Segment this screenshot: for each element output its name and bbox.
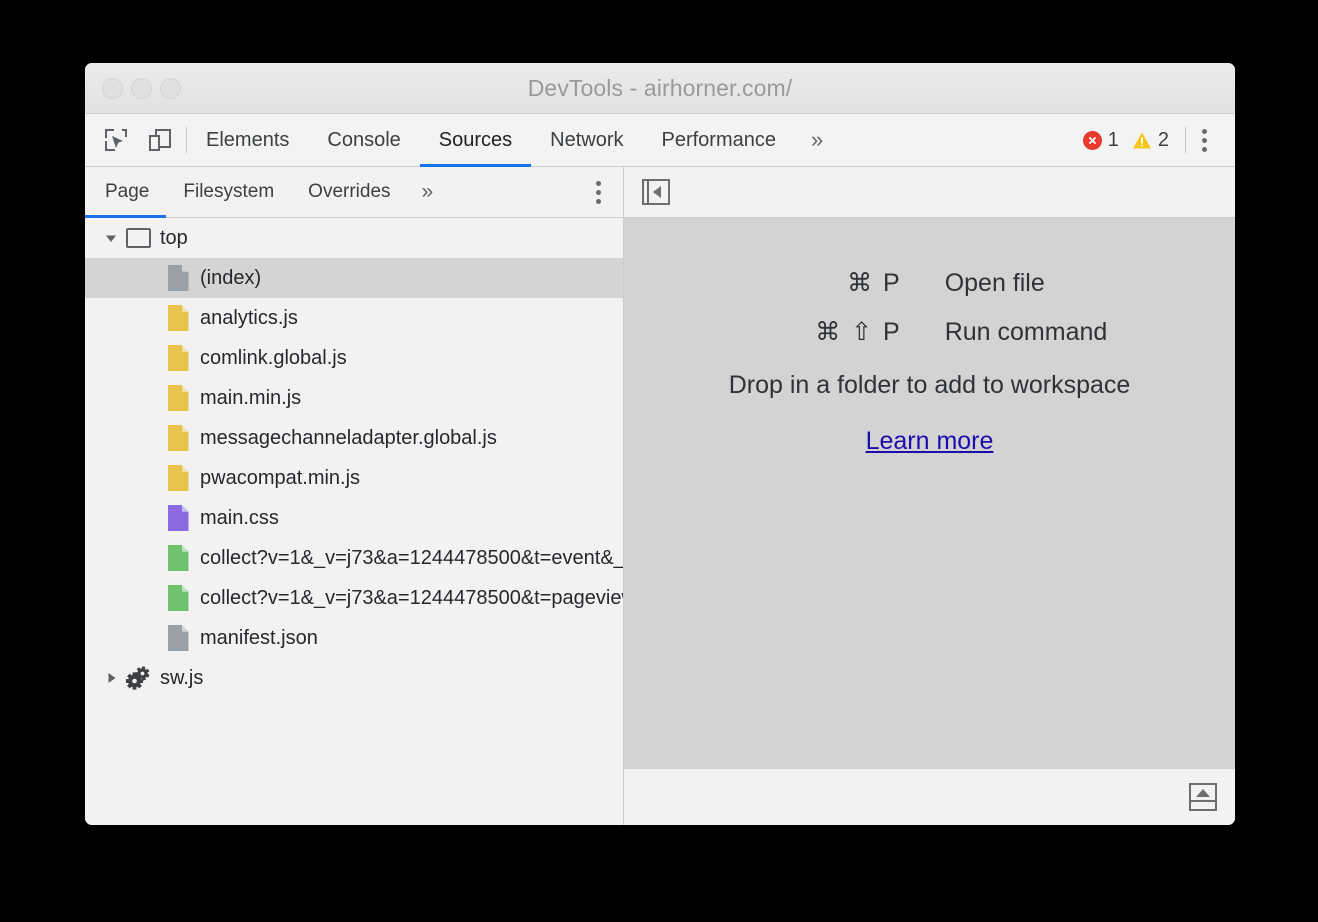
- status-bar: [624, 768, 1235, 825]
- navigator-tabs: Page Filesystem Overrides »: [85, 167, 623, 218]
- tree-item[interactable]: pwacompat.min.js: [85, 458, 623, 498]
- learn-more-link[interactable]: Learn more: [866, 427, 994, 456]
- document-yellow-file-icon: [164, 345, 192, 371]
- panel-tabs: Elements Console Sources Network Perform…: [187, 114, 839, 166]
- document-green-file-icon: [164, 585, 192, 611]
- warning-count: 2: [1158, 129, 1169, 152]
- tab-performance[interactable]: Performance: [643, 114, 796, 166]
- toolbar-right-group: 1 2: [1083, 114, 1235, 166]
- navigator-more-tabs-chevron-icon[interactable]: »: [408, 167, 448, 217]
- editor-placeholder: ⌘ P Open file ⌘ ⇧ P Run command Drop in …: [624, 218, 1235, 768]
- document-purple-file-icon: [164, 505, 192, 531]
- tree-item-label: analytics.js: [200, 307, 298, 330]
- tree-item-label: (index): [200, 267, 261, 290]
- file-tree: top (index) analytics.js comlink.global.js m…: [85, 218, 623, 825]
- document-yellow-file-icon: [164, 385, 192, 411]
- tree-item-label: comlink.global.js: [200, 347, 347, 370]
- shortcut-run-command-label: Run command: [945, 318, 1108, 347]
- tab-elements[interactable]: Elements: [187, 114, 308, 166]
- disclosure-triangle-expanded-icon[interactable]: [98, 231, 124, 245]
- kebab-menu-icon[interactable]: [1186, 129, 1223, 152]
- tree-item-label: manifest.json: [200, 627, 318, 650]
- disclosure-triangle-collapsed-icon[interactable]: [98, 671, 124, 685]
- tree-item[interactable]: top: [85, 218, 623, 258]
- drop-folder-hint: Drop in a folder to add to workspace: [729, 371, 1131, 400]
- tree-item[interactable]: (index): [85, 258, 623, 298]
- shortcut-run-command-keys: ⌘ ⇧ P: [752, 317, 902, 347]
- window-title: DevTools - airhorner.com/: [85, 75, 1235, 102]
- warning-icon: [1132, 131, 1152, 150]
- navigator-tab-overrides[interactable]: Overrides: [291, 167, 407, 217]
- shortcut-open-file-keys: ⌘ P: [752, 268, 902, 298]
- tab-sources[interactable]: Sources: [420, 114, 531, 166]
- error-count: 1: [1108, 129, 1119, 152]
- more-tabs-chevron-icon[interactable]: »: [795, 114, 839, 166]
- devtools-window: DevTools - airhorner.com/: [85, 63, 1235, 825]
- document-gray-file-icon: [164, 625, 192, 651]
- shortcut-open-file: ⌘ P Open file: [752, 268, 1108, 298]
- devtools-main-toolbar: Elements Console Sources Network Perform…: [85, 114, 1235, 167]
- tree-item[interactable]: collect?v=1&_v=j73&a=1244478500&t=pagevi…: [85, 578, 623, 618]
- tree-item[interactable]: analytics.js: [85, 298, 623, 338]
- tab-console[interactable]: Console: [308, 114, 419, 166]
- document-gray-file-icon: [164, 265, 192, 291]
- error-icon: [1083, 131, 1102, 150]
- tree-item-label: collect?v=1&_v=j73&a=1244478500&t=event&…: [200, 547, 623, 570]
- window-titlebar: DevTools - airhorner.com/: [85, 63, 1235, 114]
- devtools-body: Page Filesystem Overrides » top (index) an…: [85, 167, 1235, 825]
- navigator-panel: Page Filesystem Overrides » top (index) an…: [85, 167, 624, 825]
- toolbar-icon-group: [85, 114, 186, 166]
- tree-item-label: collect?v=1&_v=j73&a=1244478500&t=pagevi…: [200, 587, 623, 610]
- show-drawer-icon[interactable]: [1189, 783, 1217, 811]
- frame-icon: [124, 228, 152, 248]
- collapse-sidebar-icon[interactable]: [642, 179, 670, 205]
- shortcut-open-file-label: Open file: [945, 269, 1045, 298]
- shortcut-list: ⌘ P Open file ⌘ ⇧ P Run command: [752, 268, 1108, 347]
- navigator-kebab-menu-icon[interactable]: [574, 167, 623, 217]
- tree-item-label: main.css: [200, 507, 279, 530]
- tree-item-label: pwacompat.min.js: [200, 467, 360, 490]
- tree-item-label: main.min.js: [200, 387, 301, 410]
- editor-panel: ⌘ P Open file ⌘ ⇧ P Run command Drop in …: [624, 167, 1235, 825]
- service-worker-gear-icon: [124, 665, 152, 691]
- warning-badge[interactable]: 2: [1132, 129, 1169, 152]
- document-yellow-file-icon: [164, 305, 192, 331]
- error-badge[interactable]: 1: [1083, 129, 1119, 152]
- tree-item[interactable]: collect?v=1&_v=j73&a=1244478500&t=event&…: [85, 538, 623, 578]
- tree-item-label: top: [160, 227, 188, 250]
- tab-network[interactable]: Network: [531, 114, 642, 166]
- navigator-tab-page[interactable]: Page: [85, 167, 166, 217]
- tree-item[interactable]: comlink.global.js: [85, 338, 623, 378]
- navigator-tab-filesystem[interactable]: Filesystem: [166, 167, 291, 217]
- tree-item[interactable]: manifest.json: [85, 618, 623, 658]
- tree-item[interactable]: messagechanneladapter.global.js: [85, 418, 623, 458]
- editor-toolbar: [624, 167, 1235, 218]
- tree-item[interactable]: main.min.js: [85, 378, 623, 418]
- device-toolbar-icon[interactable]: [145, 125, 175, 155]
- document-green-file-icon: [164, 545, 192, 571]
- tree-item-label: sw.js: [160, 667, 203, 690]
- document-yellow-file-icon: [164, 465, 192, 491]
- inspect-cursor-icon[interactable]: [101, 125, 131, 155]
- tree-item[interactable]: sw.js: [85, 658, 623, 698]
- document-yellow-file-icon: [164, 425, 192, 451]
- tree-item-label: messagechanneladapter.global.js: [200, 427, 497, 450]
- shortcut-run-command: ⌘ ⇧ P Run command: [752, 317, 1108, 347]
- tree-item[interactable]: main.css: [85, 498, 623, 538]
